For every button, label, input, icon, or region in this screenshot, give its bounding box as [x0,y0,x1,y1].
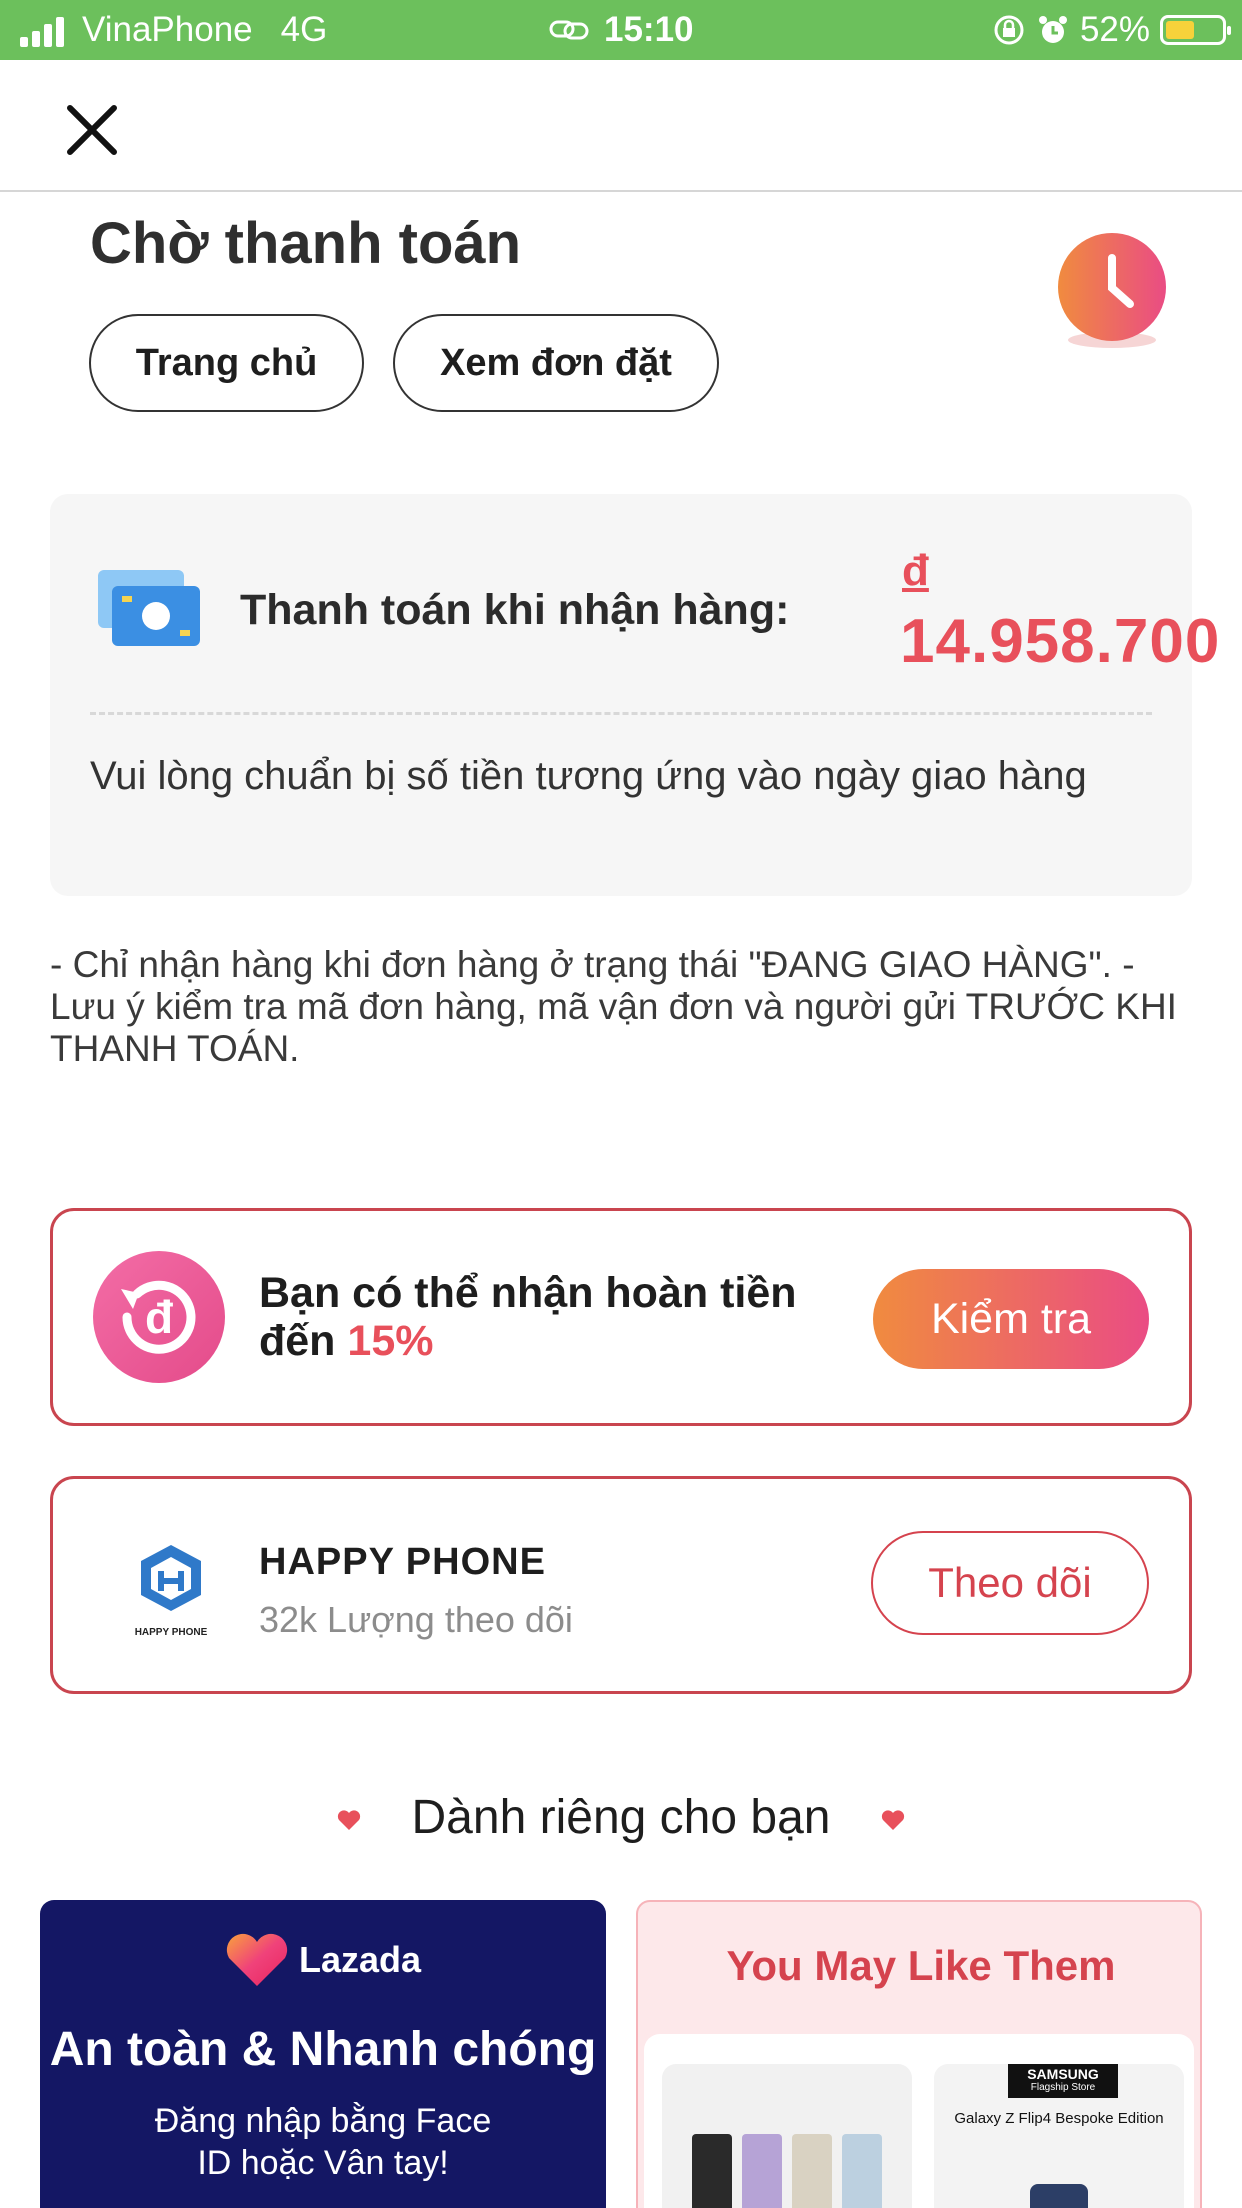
battery-fill [1166,21,1194,39]
lazada-subtitle-line1: Đăng nhập bằng Face [154,2102,492,2140]
shop-logo[interactable]: HAPPY PHONE [119,1541,223,1641]
shop-card[interactable]: HAPPY PHONE HAPPY PHONE 32k Lượng theo d… [50,1476,1192,1694]
shop-name: HAPPY PHONE [259,1541,546,1583]
phone-image [692,2134,882,2208]
signal-icon [20,13,68,47]
check-button[interactable]: Kiểm tra [873,1269,1149,1369]
link-icon [549,20,589,40]
rotation-lock-icon [994,15,1024,45]
you-may-like-banner[interactable]: You May Like Them SAMSUNG Flagship Store … [636,1900,1202,2208]
status-right: 52% [992,10,1231,50]
alarm-icon [1038,16,1067,43]
product-card[interactable] [662,2064,912,2208]
network-type: 4G [280,10,328,49]
lazada-heart-logo [226,1933,288,1986]
payment-amount: 14.958.700 [900,607,1221,676]
lazada-subtitle-line2: ID hoặc Vân tay! [197,2144,449,2182]
status-center: 15:10 [548,10,694,50]
view-orders-button[interactable]: Xem đơn đặt [393,314,719,412]
refund-percent: 15% [347,1317,434,1365]
battery-icon [1160,15,1231,45]
lazada-brand-name: Lazada [298,1939,422,1980]
status-bar: VinaPhone 4G 15:10 52% [0,0,1242,60]
heart-icon [881,1810,905,1830]
product-grid: SAMSUNG Flagship Store Galaxy Z Flip4 Bes… [644,2034,1194,2208]
svg-text:đ: đ [145,1291,173,1343]
phone-image [1030,2184,1088,2208]
payment-note: Vui lòng chuẩn bị số tiền tương ứng vào … [90,754,1087,798]
lazada-brand: Lazada [40,1932,606,1988]
home-button[interactable]: Trang chủ [89,314,364,412]
lazada-subtitle: Đăng nhập bằng Face ID hoặc Vân tay! [40,2100,606,2184]
payment-card: Thanh toán khi nhận hàng: đ 14.958.700 V… [50,494,1219,896]
divider [90,712,1152,715]
product-card[interactable]: SAMSUNG Flagship Store Galaxy Z Flip4 Bes… [934,2064,1184,2208]
shop-followers: 32k Lượng theo dõi [259,1599,573,1640]
refund-card[interactable]: đ Bạn có thể nhận hoàn tiền đến 15% Kiểm… [50,1208,1192,1426]
carrier-name: VinaPhone [82,10,253,49]
delivery-notice: - Chỉ nhận hàng khi đơn hàng ở trạng thá… [50,944,1177,1069]
header-bar [0,60,1242,192]
you-may-like-title: You May Like Them [726,1942,1116,1989]
refund-text: Bạn có thể nhận hoàn tiền đến 15% [259,1269,859,1365]
battery-percent: 52% [1079,10,1150,49]
cash-icon [98,570,200,646]
page-title: Chờ thanh toán [90,211,522,276]
close-icon[interactable] [60,98,124,162]
section-title: Dành riêng cho bạn [411,1791,831,1844]
clock-icon [1056,232,1168,354]
clock-time: 15:10 [604,10,694,49]
lazada-headline: An toàn & Nhanh chóng [49,2023,597,2076]
refund-icon: đ [93,1251,225,1383]
refund-text-main: Bạn có thể nhận hoàn tiền đến [259,1269,797,1365]
currency-symbol: đ [902,546,929,595]
follow-button[interactable]: Theo dõi [871,1531,1149,1635]
lazada-banner[interactable]: Lazada An toàn & Nhanh chóng Đăng nhập b… [40,1900,606,2208]
payment-method-label: Thanh toán khi nhận hàng: [240,586,790,634]
status-left: VinaPhone 4G [20,10,327,50]
shop-logo-text: HAPPY PHONE [135,1627,208,1638]
